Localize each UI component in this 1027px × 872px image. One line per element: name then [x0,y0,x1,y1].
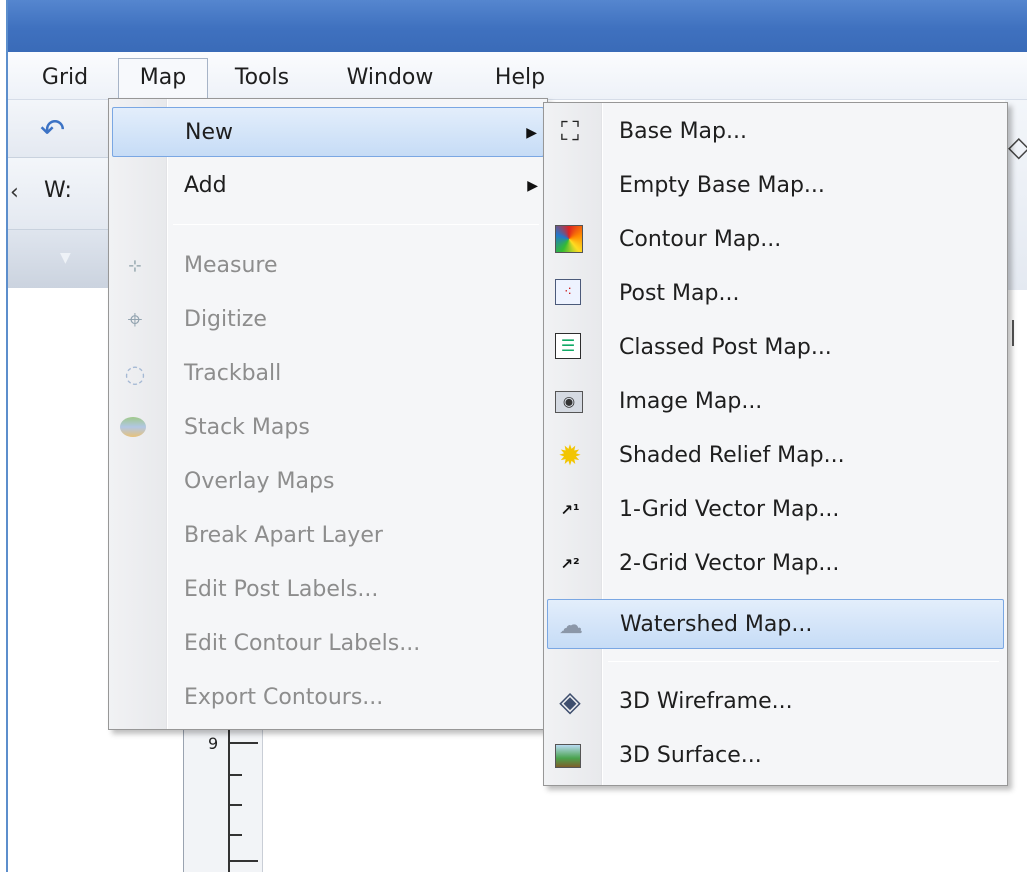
dropdown-arrow-icon[interactable]: ▼ [60,250,71,266]
menu-item-label: Edit Contour Labels... [184,631,421,656]
vector-2-icon: ↗² [560,555,580,573]
submenu-item-1-grid-vector-map[interactable]: ↗¹ 1-Grid Vector Map... [547,485,1004,535]
title-bar [8,0,1027,52]
map-menu: New ▶ Add ▶ ⊹ Measure ⌖ Digitize ◌ Track… [108,98,548,730]
submenu-item-image-map[interactable]: ◉ Image Map... [547,377,1004,427]
menu-item-label: Empty Base Map... [619,173,825,198]
width-label: W: [44,178,72,203]
submenu-item-classed-post-map[interactable]: ☰ Classed Post Map... [547,323,1004,373]
ruler-mark [1012,320,1014,346]
watershed-icon: ☁ [559,611,583,639]
trackball-icon: ◌ [124,360,146,388]
menu-item-label: Break Apart Layer [184,523,383,548]
menu-item-label: Watershed Map... [620,612,813,637]
menu-item-label: 2-Grid Vector Map... [619,551,840,576]
submenu-item-3d-surface[interactable]: 3D Surface... [547,731,1004,781]
shape-tool-icon[interactable]: ◇ [1008,130,1027,163]
menu-separator [173,224,539,225]
menu-item-add[interactable]: Add ▶ [112,161,544,211]
submenu-item-empty-base-map[interactable]: Empty Base Map... [547,161,1004,211]
menu-item-label: Image Map... [619,389,763,414]
menu-item-break-apart-layer[interactable]: Break Apart Layer [112,511,544,561]
submenu-separator [608,661,999,662]
undo-icon[interactable]: ↶ [40,116,65,146]
menu-item-new[interactable]: New ▶ [112,107,544,157]
new-submenu: ⛶ Base Map... Empty Base Map... Contour … [543,102,1008,786]
menu-window[interactable]: Window [330,58,450,98]
menu-item-measure[interactable]: ⊹ Measure [112,241,544,291]
stack-maps-icon [120,417,146,437]
menu-item-label: Edit Post Labels... [184,577,379,602]
submenu-item-post-map[interactable]: ⁖ Post Map... [547,269,1004,319]
menu-item-label: Shaded Relief Map... [619,443,845,468]
window-edge [0,0,8,872]
base-map-icon: ⛶ [560,117,580,147]
image-map-icon: ◉ [555,391,583,413]
wireframe-icon: ◈ [559,685,581,718]
menu-item-trackball[interactable]: ◌ Trackball [112,349,544,399]
ruler-tick [228,804,242,806]
menu-item-label: Export Contours... [184,685,384,710]
submenu-item-contour-map[interactable]: Contour Map... [547,215,1004,265]
menu-item-label: Post Map... [619,281,740,306]
ruler-tick [228,742,258,744]
contour-map-icon [555,225,583,253]
menu-item-edit-post-labels[interactable]: Edit Post Labels... [112,565,544,615]
shaded-relief-icon: ✹ [558,439,582,472]
menu-help[interactable]: Help [480,58,560,98]
menu-item-export-contours[interactable]: Export Contours... [112,673,544,723]
ruler-tick [228,860,258,862]
menu-item-label: Classed Post Map... [619,335,832,360]
ruler-number: 9 [208,734,219,753]
menu-item-label: 1-Grid Vector Map... [619,497,840,522]
ruler-tick [228,774,242,776]
submenu-arrow-icon: ▶ [527,178,538,194]
toolbar-strip-right [1005,100,1027,290]
ruler-tick [228,834,242,836]
menu-item-overlay-maps[interactable]: Overlay Maps [112,457,544,507]
menu-item-digitize[interactable]: ⌖ Digitize [112,295,544,345]
menu-item-label: Base Map... [619,119,747,144]
menu-item-label: 3D Surface... [619,743,762,768]
crosshair-icon: ⌖ [127,305,143,335]
post-map-icon: ⁖ [555,279,581,305]
submenu-item-3d-wireframe[interactable]: ◈ 3D Wireframe... [547,677,1004,727]
menu-item-stack-maps[interactable]: Stack Maps [112,403,544,453]
submenu-item-base-map[interactable]: ⛶ Base Map... [547,107,1004,157]
menu-item-label: Overlay Maps [184,469,335,494]
menu-item-label: Trackball [184,361,282,386]
ruler-icon: ⊹ [128,256,142,275]
menu-item-label: Contour Map... [619,227,782,252]
menu-grid[interactable]: Grid [30,58,100,98]
menu-item-label: New [185,120,233,145]
submenu-item-watershed-map[interactable]: ☁ Watershed Map... [547,599,1004,649]
submenu-item-2-grid-vector-map[interactable]: ↗² 2-Grid Vector Map... [547,539,1004,589]
menu-item-label: Add [184,173,227,198]
submenu-item-shaded-relief-map[interactable]: ✹ Shaded Relief Map... [547,431,1004,481]
menu-item-label: Measure [184,253,278,278]
menu-item-label: 3D Wireframe... [619,689,793,714]
vector-1-icon: ↗¹ [560,501,580,519]
menu-item-label: Stack Maps [184,415,310,440]
classed-post-map-icon: ☰ [555,333,581,359]
menu-bar: Grid Map Tools Window Help [8,52,1027,104]
menu-item-label: Digitize [184,307,267,332]
surface-icon [555,744,581,768]
chevron-icon: ‹ [10,180,19,205]
menu-item-edit-contour-labels[interactable]: Edit Contour Labels... [112,619,544,669]
menu-tools[interactable]: Tools [216,58,308,98]
submenu-arrow-icon: ▶ [526,125,537,141]
